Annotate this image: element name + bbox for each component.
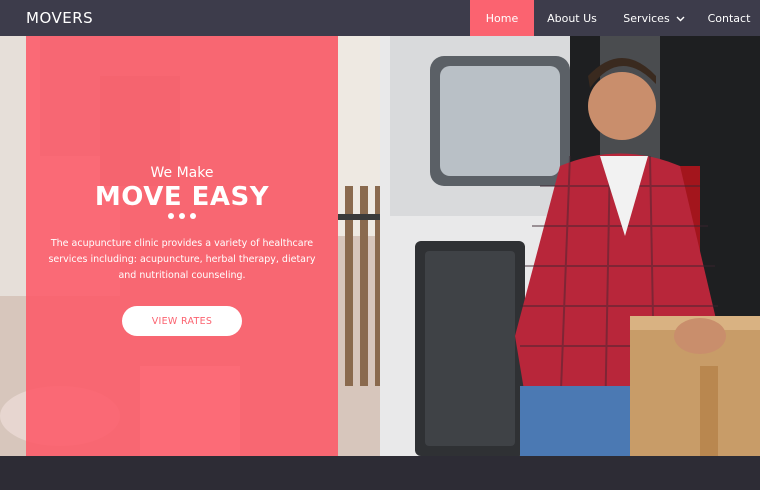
divider-dot — [168, 213, 174, 219]
top-navbar: MOVERS Home About Us Services Contact — [0, 0, 760, 36]
view-rates-button[interactable]: VIEW RATES — [122, 306, 242, 336]
hero-kicker: We Make — [150, 165, 214, 181]
nav-item-label: Home — [485, 11, 519, 25]
title-divider-dots — [26, 213, 338, 219]
nav-item-home[interactable]: Home — [470, 0, 534, 36]
brand-logo[interactable]: MOVERS — [26, 9, 93, 27]
footer-band — [0, 456, 760, 490]
nav-menu: Home About Us Services Contact — [470, 0, 760, 36]
divider-dot — [179, 213, 185, 219]
nav-item-label: Contact — [707, 11, 751, 25]
chevron-down-icon — [676, 12, 685, 25]
nav-item-services[interactable]: Services — [610, 0, 698, 36]
hero-description: The acupuncture clinic provides a variet… — [48, 238, 316, 281]
nav-item-contact[interactable]: Contact — [698, 0, 760, 36]
nav-item-about[interactable]: About Us — [534, 0, 610, 36]
nav-item-label: About Us — [547, 11, 597, 25]
nav-item-label: Services — [623, 11, 670, 25]
hero-title: MOVE EASY — [94, 182, 270, 212]
hero-overlay-panel: We Make MOVE EASY The acupuncture clinic… — [26, 36, 338, 456]
divider-dot — [190, 213, 196, 219]
